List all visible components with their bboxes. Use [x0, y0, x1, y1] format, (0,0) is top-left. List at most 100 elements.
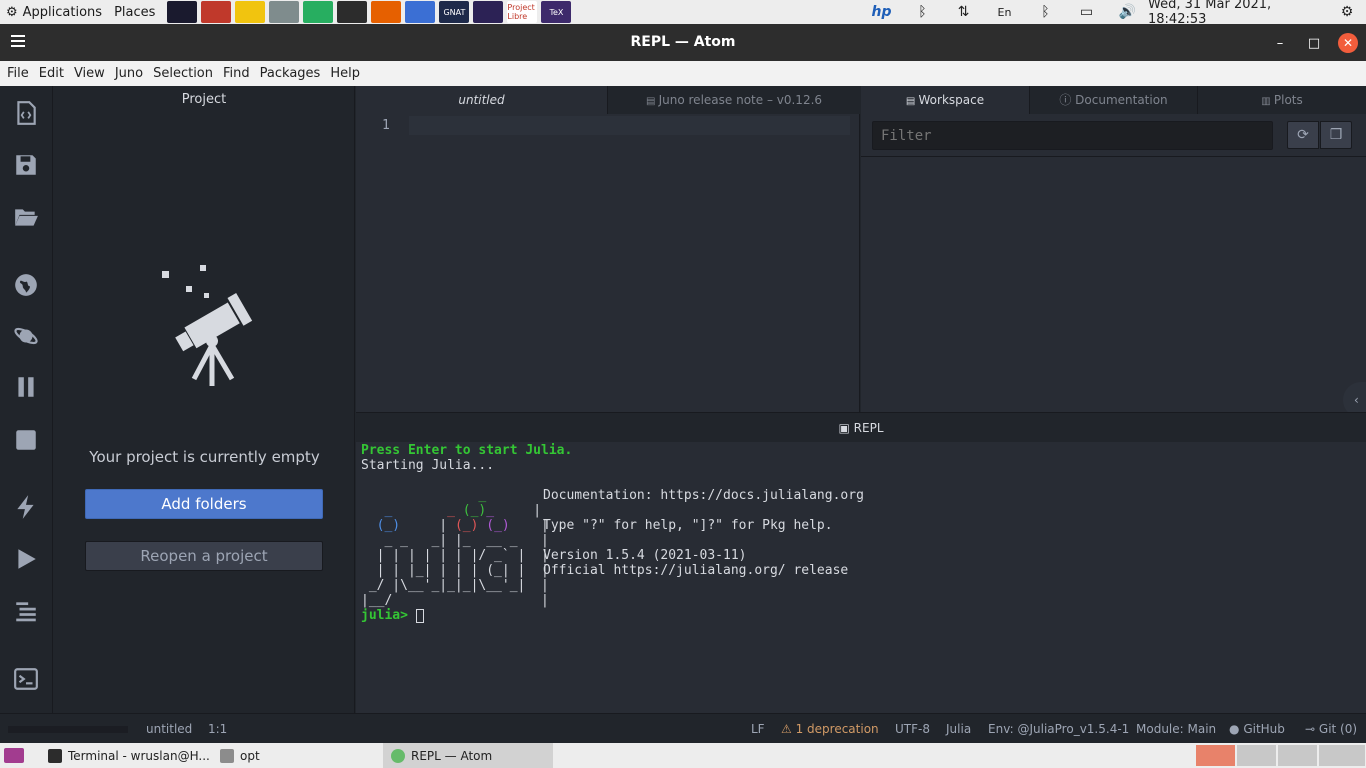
workspace-switcher-4[interactable]	[1319, 745, 1366, 766]
bluetooth-icon[interactable]: ᛒ	[1025, 0, 1066, 24]
project-libre-icon[interactable]: Project Libre	[507, 1, 538, 23]
system-top-panel: ⚙ Applications Places GNAT Project Libre T…	[0, 0, 1366, 27]
project-panel-title: Project	[181, 92, 227, 107]
outline-icon[interactable]	[11, 596, 41, 626]
texstudio-icon[interactable]: TeX	[541, 1, 572, 23]
places-menu[interactable]: Places	[108, 0, 161, 24]
green-swirl-icon[interactable]	[303, 1, 334, 23]
workspace-filter-input[interactable]	[872, 121, 1273, 150]
task-label: opt	[240, 748, 260, 763]
git-commit-icon: ⊸	[1305, 722, 1316, 736]
camera-icon[interactable]	[269, 1, 300, 23]
module-box-icon[interactable]: ❒	[1320, 121, 1352, 149]
globe-icon[interactable]	[11, 270, 41, 300]
volume-icon[interactable]: 🔊	[1107, 0, 1148, 24]
tab-label: Plots	[1273, 93, 1303, 107]
keyboard-layout-icon[interactable]: En	[984, 0, 1025, 24]
applications-menu-label: Applications	[22, 4, 103, 20]
clock[interactable]: Wed, 31 Mar 2021, 18:42:53	[1148, 0, 1328, 27]
workspace-switcher-2[interactable]	[1237, 745, 1277, 766]
status-git[interactable]: ⊸ Git (0)	[1305, 722, 1357, 736]
status-deprecation[interactable]: ⚠ 1 deprecation	[781, 722, 879, 736]
battery-icon[interactable]: ▭	[1066, 0, 1107, 24]
tab-untitled[interactable]: untitled	[356, 86, 607, 114]
repl-terminal[interactable]: Press Enter to start Julia. Starting Jul…	[356, 442, 1366, 713]
workspace-switcher-1[interactable]	[1196, 745, 1236, 766]
tab-label: Workspace	[918, 93, 985, 107]
minimize-button[interactable]: –	[1270, 33, 1290, 53]
project-panel: Project Your project is currently empty …	[54, 86, 355, 713]
repl-start-line: Press Enter to start Julia.	[361, 443, 573, 458]
tab-workspace[interactable]: ▤ Workspace	[861, 86, 1029, 114]
pencil-icon[interactable]	[235, 1, 266, 23]
status-module[interactable]: Module: Main	[1136, 722, 1216, 736]
status-encoding[interactable]: UTF-8	[895, 722, 930, 736]
open-folder-icon[interactable]	[11, 202, 41, 232]
status-grammar[interactable]: Julia	[946, 722, 971, 736]
settings-icon[interactable]: ⚙	[1328, 0, 1366, 24]
menu-edit[interactable]: Edit	[35, 61, 68, 86]
menu-view[interactable]: View	[70, 61, 109, 86]
hp-icon[interactable]: hp	[861, 0, 902, 24]
task-atom[interactable]: REPL — Atom	[383, 743, 553, 768]
reopen-project-button[interactable]: Reopen a project	[85, 541, 323, 571]
menu-find[interactable]: Find	[219, 61, 254, 86]
maximize-button[interactable]: □	[1304, 33, 1324, 53]
status-github[interactable]: ● GitHub	[1229, 722, 1285, 736]
menu-file[interactable]: File	[3, 61, 33, 86]
menu-help[interactable]: Help	[326, 61, 364, 86]
document-icon[interactable]	[405, 1, 436, 23]
new-file-icon[interactable]	[11, 98, 41, 128]
repl-tab[interactable]: ▣ REPL	[356, 412, 1366, 442]
flash-icon[interactable]	[11, 492, 41, 522]
gnat-studio-icon[interactable]: GNAT	[439, 1, 470, 23]
task-terminal[interactable]: Terminal - wruslan@H...	[40, 743, 210, 768]
tab-plots[interactable]: ▥ Plots	[1197, 86, 1366, 114]
stop-icon[interactable]	[11, 425, 41, 455]
save-icon[interactable]	[11, 150, 41, 180]
repl-release-line: Official https://julialang.org/ release	[543, 563, 849, 578]
tab-release-note[interactable]: ▤ Juno release note – v0.12.6	[607, 86, 860, 114]
menu-juno[interactable]: Juno	[111, 61, 147, 86]
pause-icon[interactable]	[11, 372, 41, 402]
archive-icon[interactable]	[201, 1, 232, 23]
menu-selection[interactable]: Selection	[149, 61, 217, 86]
applications-menu[interactable]: ⚙ Applications	[0, 0, 108, 24]
show-desktop-icon[interactable]	[4, 748, 24, 763]
status-line-ending[interactable]: LF	[751, 722, 765, 736]
firefox-icon[interactable]	[371, 1, 402, 23]
play-icon[interactable]	[11, 544, 41, 574]
bluetooth-icon[interactable]: ᛒ	[902, 0, 943, 24]
github-label: GitHub	[1243, 722, 1285, 736]
warning-icon: ⚠	[781, 722, 792, 736]
workspace-panel: ⟳ ❒	[861, 114, 1366, 412]
deprecation-label: 1 deprecation	[795, 722, 879, 736]
network-arrows-icon[interactable]: ⇅	[943, 0, 984, 24]
status-filename[interactable]: untitled	[146, 722, 192, 736]
menu-packages[interactable]: Packages	[256, 61, 325, 86]
right-dock-tab-bar: ▤ Workspace ⓘ Documentation ▥ Plots	[861, 86, 1366, 114]
refresh-icon[interactable]: ⟳	[1287, 121, 1319, 149]
audio-visualizer-icon[interactable]	[167, 1, 198, 23]
git-label: Git (0)	[1318, 722, 1358, 736]
telescope-icon	[162, 265, 253, 386]
window-title: REPL — Atom	[630, 34, 736, 50]
close-button[interactable]: ✕	[1338, 33, 1358, 53]
eclipse-icon[interactable]	[473, 1, 504, 23]
book-icon: ▤	[645, 96, 659, 107]
workspace-switcher-3[interactable]	[1278, 745, 1318, 766]
code-editor[interactable]: 1	[356, 114, 860, 412]
repl-tab-label: REPL	[853, 421, 884, 435]
status-cursor-position[interactable]: 1:1	[208, 722, 227, 736]
repl-prompt-line: julia>	[361, 608, 424, 623]
status-env[interactable]: Env: @JuliaPro_v1.5.4-1	[988, 722, 1129, 736]
line-number: 1	[382, 118, 390, 133]
task-opt[interactable]: opt	[212, 743, 382, 768]
terminal-icon[interactable]	[11, 664, 41, 694]
task-label: Terminal - wruslan@H...	[68, 748, 210, 763]
terminal-icon[interactable]	[337, 1, 368, 23]
cursor-line-highlight	[409, 116, 850, 135]
planet-icon[interactable]	[11, 321, 41, 351]
tab-documentation[interactable]: ⓘ Documentation	[1029, 86, 1197, 114]
add-folders-button[interactable]: Add folders	[85, 489, 323, 519]
